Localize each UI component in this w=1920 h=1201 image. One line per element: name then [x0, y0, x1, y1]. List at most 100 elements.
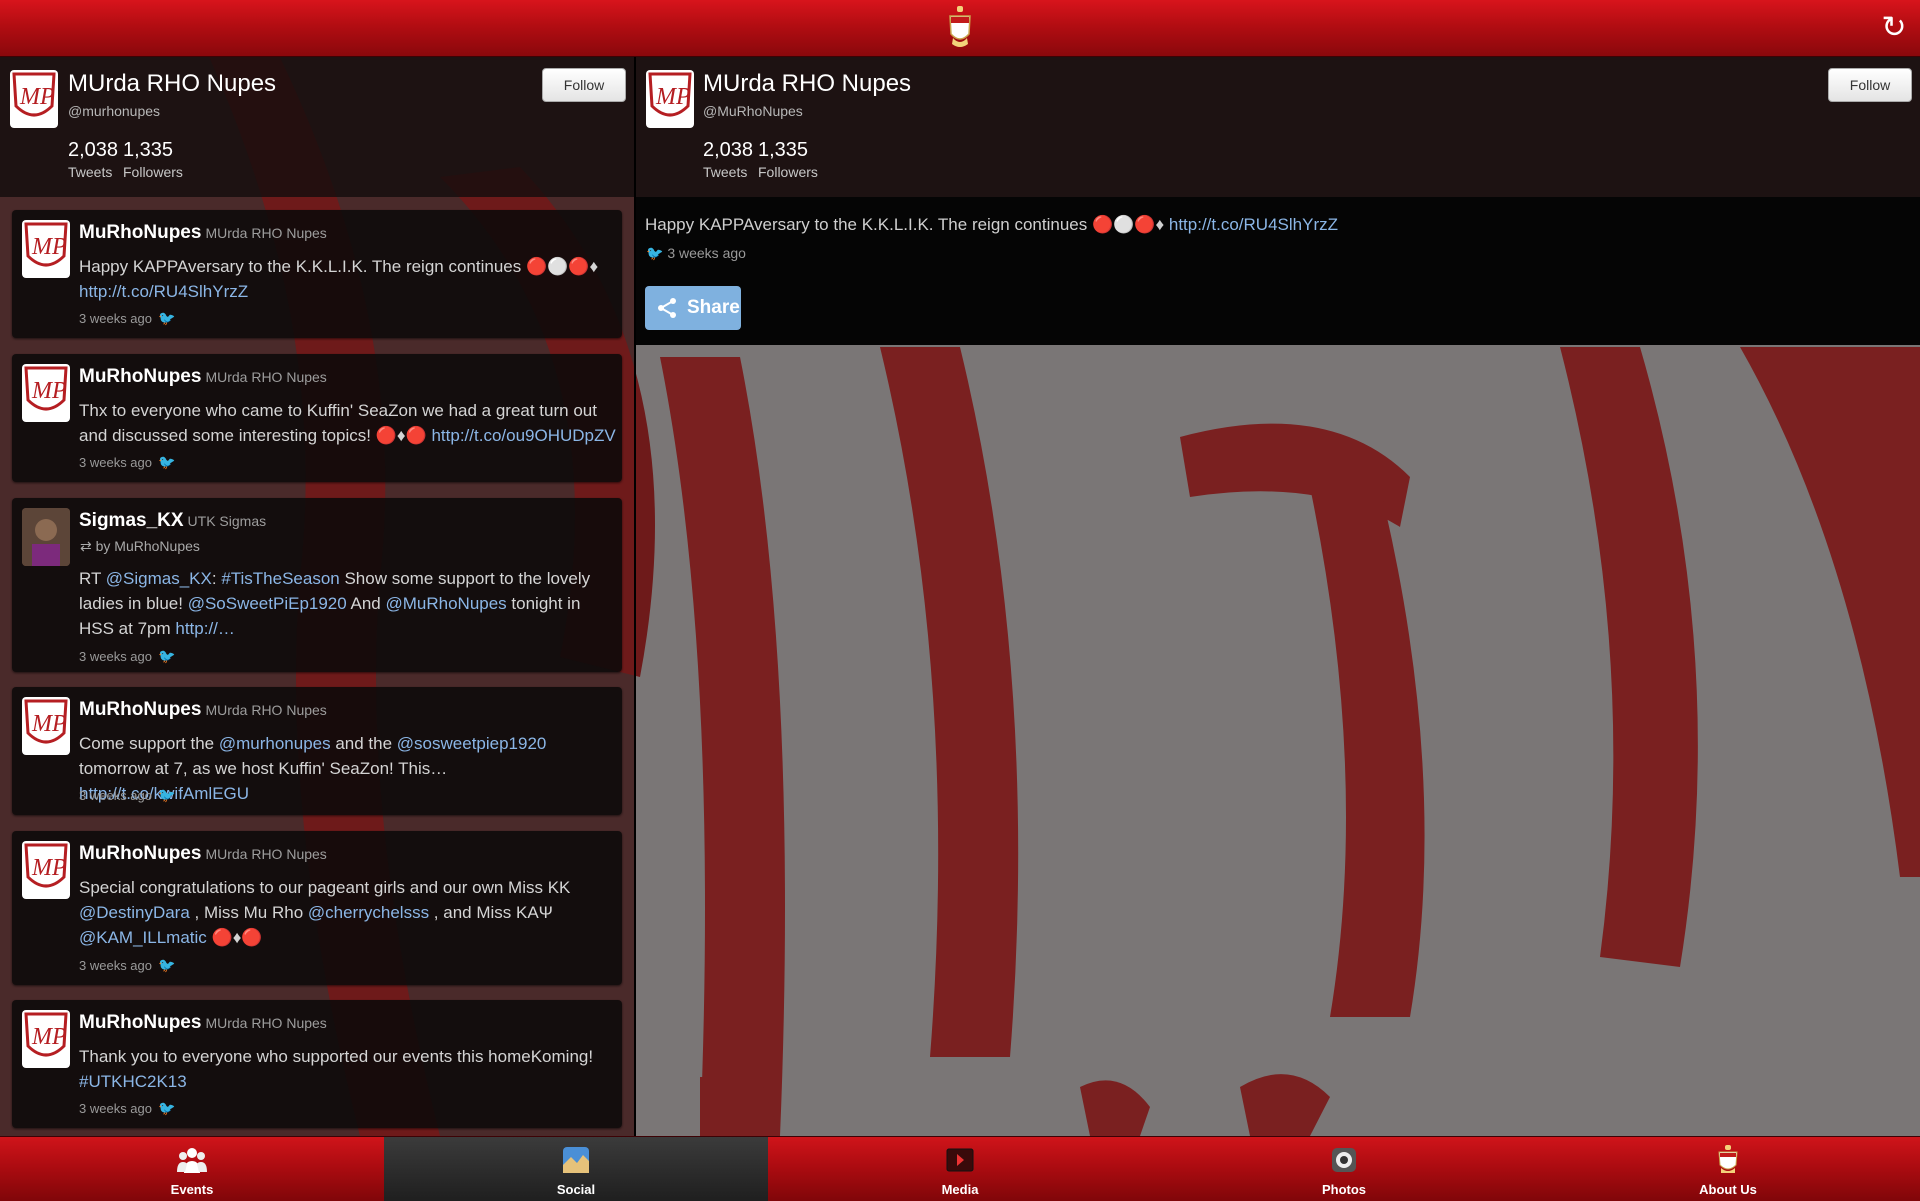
avatar[interactable]: MP [22, 364, 70, 422]
profile-header: MP MUrda RHO Nupes @murhonupes 2,038 Twe… [0, 57, 634, 197]
avatar[interactable]: MP [646, 70, 694, 128]
tweet-text-body: RT [79, 569, 106, 588]
tweet-username-text[interactable]: MuRhoNupes [79, 699, 201, 720]
twitter-bird-icon: 🐦 [158, 454, 176, 470]
followers-label: Followers [758, 164, 818, 180]
tweet-card[interactable]: MP MuRhoNupes MUrda RHO Nupes Thx to ever… [12, 354, 622, 482]
tab-events[interactable]: Events [0, 1137, 384, 1201]
tweet-text: Thx to everyone who came to Kuffin' SeaZ… [79, 398, 619, 448]
user-photo-icon [22, 508, 70, 566]
retweeted-by: by MuRhoNupes [95, 538, 200, 554]
tab-about-us[interactable]: About Us [1536, 1137, 1920, 1201]
tweet-link[interactable]: @Sigmas_KX [106, 569, 212, 588]
mp-logo-icon: MP [648, 72, 692, 117]
detail-text: Happy KAPPAversary to the K.K.L.I.K. The… [645, 215, 1338, 235]
tweet-text: Thank you to everyone who supported our … [79, 1044, 619, 1094]
tweet-time-text: 3 weeks ago [79, 1101, 152, 1116]
tab-media[interactable]: Media [768, 1137, 1152, 1201]
profile-name: MUrda RHO Nupes [68, 70, 277, 97]
tweet-card[interactable]: MP MuRhoNupes MUrda RHO Nupes Thank you t… [12, 1000, 622, 1128]
tweet-card[interactable]: MP MuRhoNupes MUrda RHO Nupes Come suppor… [12, 687, 622, 815]
tweet-display-name: MUrda RHO Nupes [205, 702, 327, 718]
refresh-button[interactable]: ↻ [1876, 10, 1912, 46]
tweet-time: 3 weeks ago 🐦 [79, 454, 175, 471]
tweet-username-text[interactable]: MuRhoNupes [79, 222, 201, 243]
tweet-card[interactable]: MP MuRhoNupes MUrda RHO Nupes Happy KAPPA… [12, 210, 622, 338]
tweet-text-body: and the [330, 734, 397, 753]
avatar[interactable]: MP [22, 1010, 70, 1068]
camera-icon [1332, 1148, 1356, 1172]
tab-social[interactable]: Social [384, 1137, 768, 1201]
detail-profile-header: MP MUrda RHO Nupes @MuRhoNupes 2,038 Twe… [636, 57, 1920, 197]
avatar[interactable]: MP [22, 220, 70, 278]
tweet-username[interactable]: MuRhoNupes MUrda RHO Nupes [79, 366, 327, 388]
tweet-link[interactable]: #TisTheSeason [221, 569, 339, 588]
avatar[interactable]: MP [22, 841, 70, 899]
detail-link[interactable]: http://t.co/RU4SlhYrzZ [1169, 215, 1338, 234]
tweet-username[interactable]: MuRhoNupes MUrda RHO Nupes [79, 1012, 327, 1034]
share-button[interactable]: Share [645, 286, 741, 330]
tweet-link[interactable]: @DestinyDara [79, 903, 190, 922]
tab-photos[interactable]: Photos [1152, 1137, 1536, 1201]
share-icon [658, 298, 676, 318]
svg-text:MP: MP [655, 84, 691, 110]
tab-label: Social [556, 1182, 596, 1197]
tweet-display-name: MUrda RHO Nupes [205, 225, 327, 241]
tweet-link[interactable]: @MuRhoNupes [385, 594, 506, 613]
tweet-link[interactable]: @KAM_ILLmatic [79, 928, 207, 947]
tweet-username[interactable]: Sigmas_KX UTK Sigmas [79, 510, 266, 532]
tweet-text: Special congratulations to our pageant g… [79, 875, 619, 950]
mp-logo-icon: MP [24, 1012, 68, 1057]
tweet-username[interactable]: MuRhoNupes MUrda RHO Nupes [79, 222, 327, 244]
tweet-text: Happy KAPPAversary to the K.K.L.I.K. The… [79, 254, 619, 304]
tab-label: Events [170, 1182, 214, 1197]
detail-text-body: Happy KAPPAversary to the K.K.L.I.K. The… [645, 215, 1169, 234]
tweets-label: Tweets [703, 164, 748, 180]
svg-text:MP: MP [31, 234, 67, 260]
tweet-display-name: MUrda RHO Nupes [205, 1015, 327, 1031]
follow-button[interactable]: Follow [542, 68, 626, 102]
tweet-text-body: : [211, 569, 222, 588]
tweet-username[interactable]: MuRhoNupes MUrda RHO Nupes [79, 843, 327, 865]
tweet-card[interactable]: MP MuRhoNupes MUrda RHO Nupes Special con… [12, 831, 622, 985]
tweet-username[interactable]: MuRhoNupes MUrda RHO Nupes [79, 699, 327, 721]
tab-label: Photos [1321, 1182, 1367, 1197]
tweet-link[interactable]: @cherrychelsss [308, 903, 429, 922]
tweet-link[interactable]: @murhonupes [219, 734, 331, 753]
tweet-time-text: 3 weeks ago [79, 788, 152, 803]
avatar[interactable] [22, 508, 70, 566]
tweet-username-text[interactable]: MuRhoNupes [79, 366, 201, 387]
follow-button[interactable]: Follow [1828, 68, 1912, 102]
tweet-link[interactable]: @sosweetpiep1920 [397, 734, 547, 753]
tweet-time-text: 3 weeks ago [79, 311, 152, 326]
svg-text:MP: MP [31, 1024, 67, 1050]
twitter-bird-icon: 🐦 [646, 245, 664, 261]
tweet-link[interactable]: http://t.co/RU4SlhYrzZ [79, 282, 248, 301]
crest-logo-icon [949, 6, 971, 47]
detail-time-text: 3 weeks ago [667, 245, 746, 261]
avatar[interactable]: MP [10, 70, 58, 128]
tweet-display-name: MUrda RHO Nupes [205, 369, 327, 385]
tweet-time: 3 weeks ago 🐦 [79, 310, 175, 327]
refresh-icon: ↻ [1881, 11, 1907, 44]
tweet-link[interactable]: http://t.co/ou9OHUDpZV [431, 426, 615, 445]
tweet-username-text[interactable]: MuRhoNupes [79, 843, 201, 864]
tweet-link[interactable]: @SoSweetPiEp1920 [188, 594, 347, 613]
app-header: ↻ [0, 0, 1920, 57]
mp-logo-icon: MP [24, 699, 68, 744]
tweet-username-text[interactable]: MuRhoNupes [79, 1012, 201, 1033]
svg-text:MP: MP [31, 855, 67, 881]
avatar[interactable]: MP [22, 697, 70, 755]
tweet-link[interactable]: #UTKHC2K13 [79, 1072, 187, 1091]
tweet-text-body: And [346, 594, 386, 613]
tweet-time-text: 3 weeks ago [79, 649, 152, 664]
tweet-display-name: UTK Sigmas [187, 513, 267, 529]
followers-count: 1,335 [123, 139, 174, 161]
tweet-time-text: 3 weeks ago [79, 958, 152, 973]
tweet-username-text[interactable]: Sigmas_KX [79, 510, 184, 531]
tweet-time: 3 weeks ago 🐦 [79, 957, 175, 974]
tweet-link[interactable]: http://… [175, 619, 235, 638]
tweet-card[interactable]: Sigmas_KX UTK Sigmas ⇄ by MuRhoNupes RT @… [12, 498, 622, 672]
timeline-pane[interactable]: MP MUrda RHO Nupes @murhonupes 2,038 Twe… [0, 57, 634, 1136]
followers-label: Followers [123, 164, 183, 180]
